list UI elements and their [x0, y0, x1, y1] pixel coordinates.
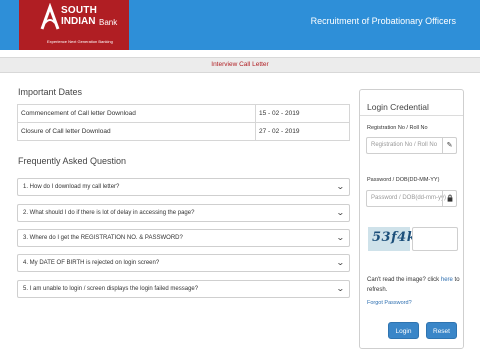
date-value: 27 - 02 - 2019 — [255, 122, 350, 141]
logo-text-bank: Bank — [99, 18, 118, 27]
captcha-text: 53f4k — [372, 230, 417, 245]
faq-item[interactable]: 4. My DATE OF BIRTH is rejected on login… — [17, 254, 350, 272]
pencil-icon: ✎ — [442, 138, 456, 153]
date-value: 15 - 02 - 2019 — [255, 104, 350, 123]
chevron-down-icon: ⌄ — [336, 233, 346, 242]
faq-question: 3. Where do I get the REGISTRATION NO. &… — [23, 235, 183, 241]
faq-item[interactable]: 1. How do I download my call letter? ⌄ — [17, 178, 350, 196]
forgot-password-link[interactable]: Forgot Password? — [367, 300, 412, 306]
faq-item[interactable]: 2. What should I do if there is lot of d… — [17, 204, 350, 222]
chevron-down-icon: ⌄ — [336, 258, 346, 267]
login-title: Login Credential — [367, 102, 429, 112]
registration-label: Registration No / Roll No — [367, 125, 428, 131]
important-dates-title: Important Dates — [18, 87, 83, 97]
login-button[interactable]: Login — [388, 322, 419, 339]
captcha-refresh-hint: Can't read the image? click here to refr… — [367, 275, 463, 295]
lock-icon — [442, 191, 456, 206]
refresh-hint-prefix: Can't read the image? click — [367, 277, 441, 283]
divider — [360, 115, 463, 116]
important-dates-table: Commencement of Call letter Download 15 … — [17, 104, 350, 141]
faq-question: 2. What should I do if there is lot of d… — [23, 210, 195, 216]
faq-title: Frequently Asked Question — [18, 156, 127, 166]
sub-navbar: Interview Call Letter — [0, 57, 480, 73]
site-header: SOUTH INDIAN Bank Experience Next Genera… — [0, 0, 480, 50]
password-input[interactable]: Password / DOB(dd-mm-yy) — [366, 190, 457, 207]
captcha-input[interactable] — [412, 227, 458, 251]
faq-question: 1. How do I download my call letter? — [23, 184, 120, 190]
logo-text-south: SOUTH — [61, 5, 97, 16]
registration-input[interactable]: Registration No / Roll No ✎ — [366, 137, 457, 154]
chevron-down-icon: ⌄ — [336, 208, 346, 217]
call-letter-heading: Interview Call Letter — [211, 61, 269, 68]
captcha-image: 53f4k — [368, 227, 416, 251]
logo-tagline: Experience Next Generation Banking — [47, 39, 113, 44]
bank-emblem-icon — [40, 3, 60, 30]
page-title: Recruitment of Probationary Officers — [310, 16, 456, 26]
faq-question: 5. I am unable to login / screen display… — [23, 286, 199, 292]
faq-item[interactable]: 3. Where do I get the REGISTRATION NO. &… — [17, 229, 350, 247]
faq-item[interactable]: 5. I am unable to login / screen display… — [17, 280, 350, 298]
date-label: Closure of Call letter Download — [17, 122, 256, 141]
logo-text-indian: INDIAN — [61, 16, 96, 27]
table-row: Closure of Call letter Download 27 - 02 … — [17, 122, 350, 141]
registration-placeholder: Registration No / Roll No — [371, 142, 438, 148]
chevron-down-icon: ⌄ — [336, 284, 346, 293]
reset-button[interactable]: Reset — [426, 322, 457, 339]
bank-logo[interactable]: SOUTH INDIAN Bank Experience Next Genera… — [19, 0, 129, 50]
refresh-captcha-link[interactable]: here — [441, 277, 453, 283]
table-row: Commencement of Call letter Download 15 … — [17, 104, 350, 123]
date-label: Commencement of Call letter Download — [17, 104, 256, 123]
faq-question: 4. My DATE OF BIRTH is rejected on login… — [23, 260, 160, 266]
password-placeholder: Password / DOB(dd-mm-yy) — [371, 195, 447, 201]
login-panel: Login Credential Registration No / Roll … — [359, 89, 464, 349]
password-label: Password / DOB(DD-MM-YY) — [367, 177, 440, 183]
chevron-down-icon: ⌄ — [336, 182, 346, 191]
